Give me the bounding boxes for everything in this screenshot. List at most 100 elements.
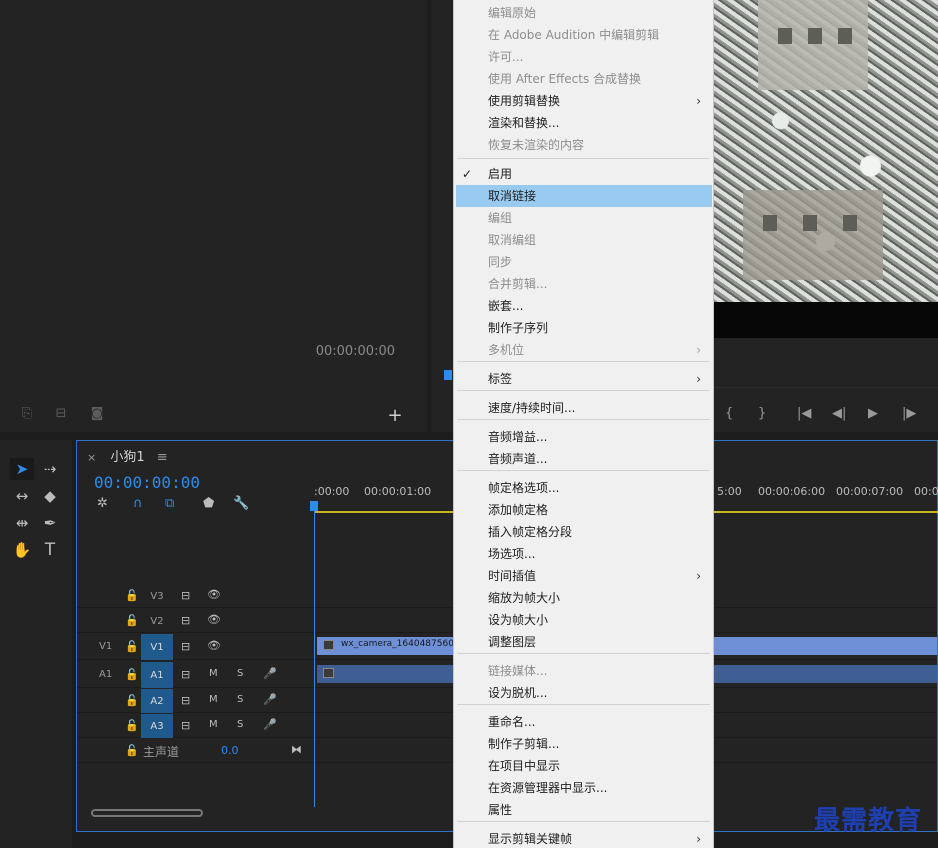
pen-tool-icon[interactable]: ✒ <box>38 512 62 534</box>
menu-item[interactable]: 速度/持续时间... <box>454 397 713 419</box>
source-timecode[interactable]: 00:00:00:00 <box>316 344 395 359</box>
menu-item[interactable]: 标签 › <box>454 368 713 390</box>
track-target-v1[interactable]: V1 <box>141 634 173 660</box>
track-target-a2[interactable]: A2 <box>141 689 173 713</box>
menu-item[interactable]: 音频增益... <box>454 426 713 448</box>
track-target-a3[interactable]: A3 <box>141 714 173 738</box>
step-forward-button[interactable]: |▶ <box>902 406 916 421</box>
insert-icon[interactable]: ⎘ <box>16 406 38 422</box>
solo-button[interactable]: S <box>237 668 243 679</box>
menu-item[interactable]: 帧定格选项... <box>454 477 713 499</box>
menu-item[interactable]: 制作子剪辑... <box>454 733 713 755</box>
ripple-edit-tool-icon[interactable]: ↔ <box>10 485 34 507</box>
program-playhead-icon[interactable] <box>444 370 452 380</box>
close-tab-icon[interactable]: × <box>87 451 96 464</box>
overwrite-icon[interactable]: ⊟ <box>50 406 72 422</box>
solo-button[interactable]: S <box>237 694 243 705</box>
timeline-timecode[interactable]: 00:00:00:00 <box>94 473 200 492</box>
step-back-button[interactable]: ◀| <box>832 406 846 421</box>
track-target-v3[interactable]: V3 <box>141 584 173 608</box>
camera-icon[interactable]: ◙ <box>86 406 108 422</box>
nest-toggle-icon[interactable]: ✲ <box>97 496 108 511</box>
play-button[interactable]: ▶ <box>868 406 878 421</box>
sync-lock-icon[interactable]: ⊟ <box>181 640 190 653</box>
menu-item[interactable]: 调整图层 <box>454 631 713 653</box>
eye-icon[interactable]: 👁 <box>207 639 221 652</box>
selection-tool-icon[interactable]: ➤ <box>10 458 34 480</box>
type-tool-icon[interactable]: T <box>38 539 62 561</box>
source-patch-a1[interactable]: A1 <box>99 669 112 680</box>
eye-icon[interactable]: 👁 <box>207 588 221 601</box>
mute-button[interactable]: M <box>209 668 218 679</box>
sync-lock-icon[interactable]: ⊟ <box>181 694 190 707</box>
menu-item[interactable]: 取消链接 <box>456 185 712 207</box>
mute-button[interactable]: M <box>209 719 218 730</box>
linked-selection-icon[interactable]: ⧉ <box>165 496 174 511</box>
menu-item[interactable]: 设为脱机... <box>454 682 713 704</box>
sync-lock-icon[interactable]: ⊟ <box>181 668 190 681</box>
menu-item[interactable]: 制作子序列 <box>454 317 713 339</box>
tools-panel: ➤ ⇢ ↔ ◆ ⇹ ✒ ✋ T <box>0 440 72 848</box>
add-button-icon[interactable]: + <box>384 405 406 426</box>
hand-tool-icon[interactable]: ✋ <box>10 539 34 561</box>
lock-icon[interactable]: 🔓 <box>125 589 139 602</box>
add-marker-icon[interactable]: ⬟ <box>203 496 214 511</box>
sync-lock-icon[interactable]: ⊟ <box>181 589 190 602</box>
menu-item[interactable]: 嵌套... <box>454 295 713 317</box>
lock-icon[interactable]: 🔓 <box>125 640 139 653</box>
menu-item[interactable]: 场选项... <box>454 543 713 565</box>
menu-item-label: 添加帧定格 <box>488 503 549 517</box>
razor-tool-icon[interactable]: ◆ <box>38 485 62 507</box>
lock-icon[interactable]: 🔓 <box>125 668 139 681</box>
menu-item[interactable]: 插入帧定格分段 <box>454 521 713 543</box>
playhead-line[interactable] <box>314 501 315 807</box>
lock-icon[interactable]: 🔓 <box>125 614 139 627</box>
track-target-v2[interactable]: V2 <box>141 609 173 633</box>
sync-lock-icon[interactable]: ⊟ <box>181 614 190 627</box>
menu-item-label: 设为脱机... <box>488 686 548 700</box>
menu-item[interactable]: 在资源管理器中显示... <box>454 777 713 799</box>
menu-item[interactable]: 使用剪辑替换 › <box>454 90 713 112</box>
snap-icon[interactable]: ∩ <box>133 496 143 511</box>
slip-tool-icon[interactable]: ⇹ <box>10 512 34 534</box>
menu-item-label: 显示剪辑关键帧 <box>488 832 573 846</box>
menu-item-label: 在 Adobe Audition 中编辑剪辑 <box>488 28 660 42</box>
menu-item[interactable]: 设为帧大小 <box>454 609 713 631</box>
menu-item-label: 启用 <box>488 167 513 181</box>
menu-item[interactable]: ✓ 启用 <box>454 163 713 185</box>
lock-icon[interactable]: 🔓 <box>125 694 139 707</box>
master-end-icon[interactable]: ⧓ <box>291 743 302 756</box>
menu-item[interactable]: 属性 <box>454 799 713 821</box>
lock-icon[interactable]: 🔓 <box>125 719 139 732</box>
menu-item[interactable]: 时间插值 › <box>454 565 713 587</box>
panel-menu-icon[interactable]: ≡ <box>157 450 168 465</box>
menu-item[interactable]: 添加帧定格 <box>454 499 713 521</box>
sequence-tab[interactable]: × 小狗1 ≡ <box>87 446 168 465</box>
menu-item[interactable]: 重命名... <box>454 711 713 733</box>
program-timeline-ruler[interactable] <box>713 360 938 388</box>
voiceover-mic-icon[interactable]: 🎤 <box>263 693 277 706</box>
menu-item[interactable]: 渲染和替换... <box>454 112 713 134</box>
sync-lock-icon[interactable]: ⊟ <box>181 719 190 732</box>
mark-out-button[interactable]: } <box>758 406 766 421</box>
menu-item[interactable]: 缩放为帧大小 <box>454 587 713 609</box>
track-target-a1[interactable]: A1 <box>141 662 173 688</box>
menu-item[interactable]: 显示剪辑关键帧 › <box>454 828 713 848</box>
menu-item[interactable]: 音频声道... <box>454 448 713 470</box>
timeline-settings-icon[interactable]: 🔧 <box>233 496 249 511</box>
lock-icon[interactable]: 🔓 <box>125 744 139 757</box>
voiceover-mic-icon[interactable]: 🎤 <box>263 667 277 680</box>
voiceover-mic-icon[interactable]: 🎤 <box>263 718 277 731</box>
mark-in-button[interactable]: { <box>725 406 733 421</box>
mute-button[interactable]: M <box>209 694 218 705</box>
eye-icon[interactable]: 👁 <box>207 613 221 626</box>
source-patch-v1[interactable]: V1 <box>99 641 112 652</box>
master-volume-value[interactable]: 0.0 <box>221 744 239 757</box>
horizontal-scrollbar[interactable] <box>91 809 203 817</box>
solo-button[interactable]: S <box>237 719 243 730</box>
go-to-in-button[interactable]: |◀ <box>797 406 811 421</box>
menu-item-label: 链接媒体... <box>488 664 548 678</box>
track-select-tool-icon[interactable]: ⇢ <box>38 458 62 480</box>
ruler-label: :00:00 <box>314 485 350 498</box>
menu-item[interactable]: 在项目中显示 <box>454 755 713 777</box>
